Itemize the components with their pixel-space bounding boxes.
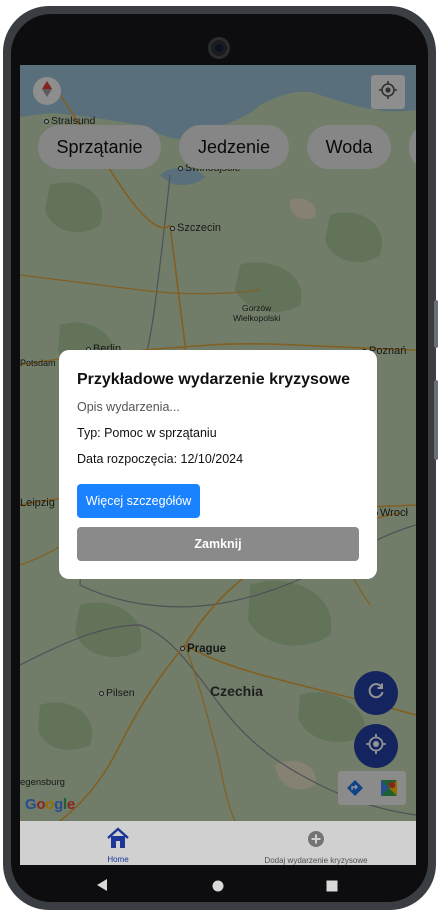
event-modal: Przykładowe wydarzenie kryzysowe Opis wy… xyxy=(59,350,377,579)
volume-button xyxy=(434,380,438,460)
home-circle-icon[interactable] xyxy=(212,879,224,897)
app-screen: Stralsund Świnoujście Szczecin Gorzów Wi… xyxy=(20,65,416,865)
power-button xyxy=(434,300,438,348)
device-frame: Stralsund Świnoujście Szczecin Gorzów Wi… xyxy=(0,0,442,914)
back-icon[interactable] xyxy=(96,878,108,897)
more-details-button[interactable]: Więcej szczegółów xyxy=(77,484,200,518)
recents-icon[interactable] xyxy=(326,879,338,897)
system-navigation-bar xyxy=(20,865,416,905)
modal-description: Opis wydarzenia... xyxy=(77,400,180,414)
front-camera xyxy=(208,37,230,59)
modal-title: Przykładowe wydarzenie kryzysowe xyxy=(77,371,351,388)
nav-dim xyxy=(20,821,416,865)
modal-event-type: Typ: Pomoc w sprzątaniu xyxy=(77,426,217,440)
close-button[interactable]: Zamknij xyxy=(77,527,359,561)
modal-start-date: Data rozpoczęcia: 12/10/2024 xyxy=(77,452,244,466)
